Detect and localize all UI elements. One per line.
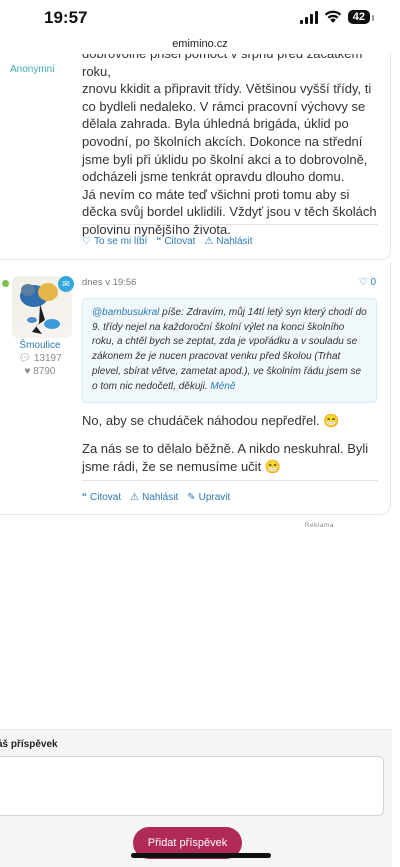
wifi-icon [324, 10, 341, 23]
status-bar: 19:57 42 [0, 0, 400, 38]
ad-label: Reklama [304, 522, 334, 529]
cellular-signal-icon [299, 10, 318, 24]
status-icons: 42 [299, 10, 375, 24]
reply-composer: áš příspěvek Přidat příspěvek [0, 729, 392, 867]
battery-indicator: 42 [347, 10, 375, 24]
post-card-border [0, 54, 391, 260]
composer-label: áš příspěvek [0, 739, 58, 750]
clock: 19:57 [44, 8, 88, 27]
post-card-border [0, 262, 391, 515]
home-indicator[interactable] [131, 853, 271, 858]
browser-url[interactable]: emimino.cz [0, 38, 400, 54]
reply-textarea[interactable] [0, 756, 384, 816]
